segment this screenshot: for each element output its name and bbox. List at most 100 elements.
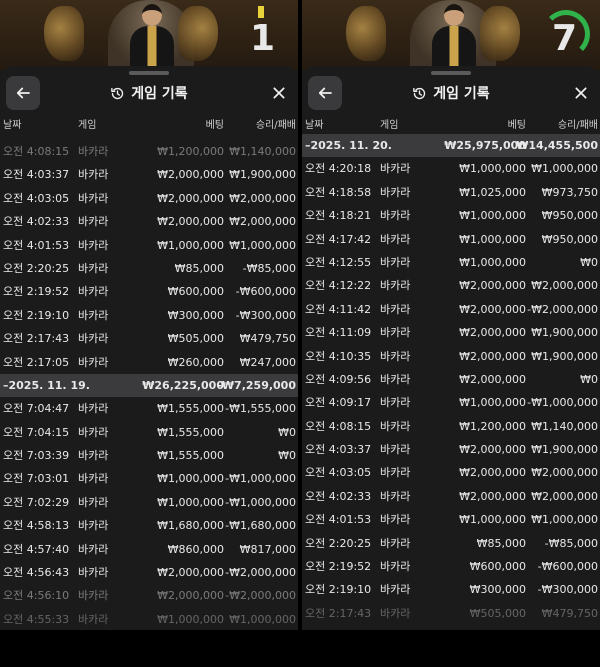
cell-date: 오전 4:18:21 [305, 209, 372, 223]
table-row: 오전 4:08:15 바카라 ₩1,200,000 ₩1,140,000 [0, 140, 298, 163]
cell-date: 오전 4:11:42 [305, 302, 372, 316]
cell-date: 오전 2:20:25 [305, 536, 372, 550]
cell-game: 바카라 [78, 191, 109, 205]
cell-result: -₩300,000 [537, 583, 598, 597]
cell-game: 바카라 [380, 209, 411, 223]
table-row: 오전 4:58:13 바카라 ₩1,680,000 -₩1,680,000 [0, 514, 298, 537]
history-icon [413, 87, 426, 99]
cell-bet: ₩26,225,000 [142, 378, 224, 392]
cell-bet: ₩2,000,000 [459, 372, 526, 386]
cell-result: ₩0 [580, 372, 598, 386]
cell-game: 바카라 [78, 589, 109, 603]
cell-date: 오전 4:12:55 [305, 255, 372, 269]
cell-bet: ₩1,000,000 [157, 612, 224, 626]
cell-date: 오전 2:19:52 [305, 560, 372, 574]
cell-date: 오전 4:02:33 [305, 489, 372, 503]
col-game: 게임 [380, 120, 399, 131]
table-row: 오전 4:03:37 바카라 ₩2,000,000 ₩1,900,000 [0, 163, 298, 186]
cell-result: -₩300,000 [235, 308, 296, 322]
cell-bet: ₩505,000 [167, 332, 224, 346]
table-row: 오전 4:09:17 바카라 ₩1,000,000 -₩1,000,000 [302, 391, 600, 414]
cell-game: 바카라 [78, 145, 109, 158]
cell-game: 바카라 [78, 402, 109, 416]
cell-result: -₩85,000 [544, 536, 598, 550]
cell-date: 오전 4:09:56 [305, 372, 372, 386]
cell-bet: ₩1,000,000 [157, 495, 224, 509]
history-list[interactable]: –2025. 11. 20. ₩25,975,000 ₩14,455,500 오전 4… [302, 134, 600, 625]
cell-result: -₩85,000 [242, 261, 296, 275]
cell-game: 바카라 [380, 466, 411, 480]
cell-bet: ₩2,000,000 [157, 589, 224, 603]
cell-game: 바카라 [78, 519, 109, 533]
countdown-number: 7 [552, 18, 578, 59]
table-row: 오전 4:55:33 바카라 ₩1,000,000 ₩1,000,000 [0, 608, 298, 630]
cell-bet: ₩1,000,000 [157, 472, 224, 486]
cell-date: 오전 4:11:09 [305, 326, 372, 340]
cell-result: ₩0 [278, 449, 296, 463]
history-topbar: 게임 기록 [302, 76, 600, 112]
close-button[interactable] [570, 82, 592, 104]
cell-result: -₩1,000,000 [225, 472, 296, 486]
table-row: 오전 4:56:43 바카라 ₩2,000,000 -₩2,000,000 [0, 561, 298, 584]
cell-date: 오전 7:04:15 [3, 425, 70, 439]
cell-game: 바카라 [78, 425, 109, 439]
cell-bet: ₩2,000,000 [157, 215, 224, 229]
cell-date: 오전 4:57:40 [3, 542, 70, 556]
cell-date: 오전 4:02:33 [3, 215, 70, 229]
cell-date: 오전 4:10:35 [305, 349, 372, 363]
cell-result: ₩2,000,000 [229, 191, 296, 205]
table-row: 오전 4:03:05 바카라 ₩2,000,000 ₩2,000,000 [0, 187, 298, 210]
cell-result: ₩1,000,000 [229, 238, 296, 252]
dealer-avatar [130, 4, 174, 70]
cell-bet: ₩2,000,000 [157, 566, 224, 580]
cell-game: 바카라 [78, 238, 109, 252]
cell-date: 오전 2:19:52 [3, 285, 70, 299]
cell-date: 오전 4:12:22 [305, 279, 372, 293]
history-icon [111, 87, 124, 99]
close-button[interactable] [268, 82, 290, 104]
cell-result: ₩1,000,000 [531, 162, 598, 176]
cell-result: -₩600,000 [235, 285, 296, 299]
cell-game: 바카라 [380, 489, 411, 503]
cell-bet: ₩1,200,000 [459, 419, 526, 433]
table-row: 오전 7:03:39 바카라 ₩1,555,000 ₩0 [0, 444, 298, 467]
cell-result: -₩2,000,000 [527, 302, 598, 316]
cell-date: 오전 2:17:43 [305, 606, 372, 620]
table-row: 오전 2:20:25 바카라 ₩85,000 -₩85,000 [302, 532, 600, 555]
dealer-avatar [432, 4, 476, 70]
table-row: 오전 4:03:05 바카라 ₩2,000,000 ₩2,000,000 [302, 461, 600, 484]
cell-game: 바카라 [380, 232, 411, 246]
table-row: 오전 2:17:05 바카라 ₩260,000 ₩247,000 [0, 351, 298, 374]
history-topbar: 게임 기록 [0, 76, 298, 112]
table-row: 오전 2:19:52 바카라 ₩600,000 -₩600,000 [0, 280, 298, 303]
table-row: 오전 2:20:25 바카라 ₩85,000 -₩85,000 [0, 257, 298, 280]
cell-result: -₩2,000,000 [225, 589, 296, 603]
date-summary-row: –2025. 11. 19. ₩26,225,000 -₩7,259,000 [0, 373, 298, 398]
table-row: 오전 4:57:40 바카라 ₩860,000 ₩817,000 [0, 538, 298, 561]
history-list[interactable]: 오전 4:08:15 바카라 ₩1,200,000 ₩1,140,000 오전 4:03… [0, 140, 298, 630]
table-row: 오전 2:17:43 바카라 ₩505,000 ₩479,750 [302, 602, 600, 625]
cell-game: 바카라 [78, 542, 109, 556]
drag-handle[interactable] [431, 71, 471, 75]
cell-date: –2025. 11. 19. [3, 378, 90, 392]
cell-result: ₩2,000,000 [531, 466, 598, 480]
cell-result: ₩1,900,000 [531, 326, 598, 340]
cell-game: 바카라 [78, 355, 109, 369]
cell-bet: ₩1,555,000 [157, 402, 224, 416]
cell-bet: ₩1,555,000 [157, 449, 224, 463]
table-row: 오전 4:01:53 바카라 ₩1,000,000 ₩1,000,000 [0, 234, 298, 257]
table-row: 오전 4:01:53 바카라 ₩1,000,000 ₩1,000,000 [302, 508, 600, 531]
close-icon [575, 87, 587, 99]
cell-game: 바카라 [78, 495, 109, 509]
cell-bet: ₩2,000,000 [459, 302, 526, 316]
cell-game: 바카라 [380, 302, 411, 316]
table-row: 오전 2:19:10 바카라 ₩300,000 -₩300,000 [302, 578, 600, 601]
cell-bet: ₩1,000,000 [459, 232, 526, 246]
col-game: 게임 [78, 120, 97, 131]
cell-date: 오전 4:03:05 [3, 191, 70, 205]
table-row: 오전 7:03:01 바카라 ₩1,000,000 -₩1,000,000 [0, 467, 298, 490]
cell-result: ₩1,900,000 [531, 349, 598, 363]
cell-game: 바카라 [78, 612, 109, 626]
dragon-statue-icon [346, 6, 386, 61]
drag-handle[interactable] [129, 71, 169, 75]
